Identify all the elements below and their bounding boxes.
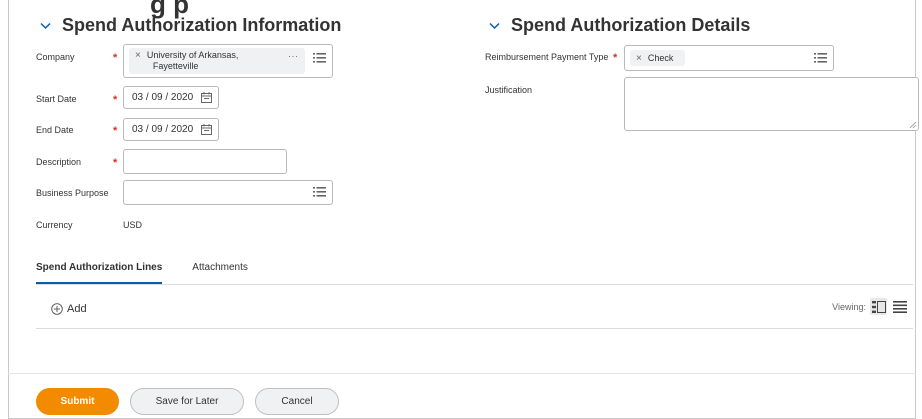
viewing-label: Viewing:	[832, 301, 866, 312]
add-label: Add	[67, 303, 87, 315]
chevron-down-icon[interactable]	[40, 18, 62, 34]
required-marker: *	[113, 94, 118, 106]
save-for-later-button[interactable]: Save for Later	[130, 388, 244, 415]
required-marker: *	[113, 157, 118, 169]
description-field[interactable]	[123, 149, 287, 174]
description-label: Description	[36, 157, 82, 167]
tab-divider	[36, 284, 913, 285]
company-selected-pill[interactable]: × University of Arkansas, Fayetteville	[129, 48, 305, 74]
add-circle-icon[interactable]	[51, 303, 63, 315]
section-title-label: Spend Authorization Details	[511, 15, 751, 35]
tab-spend-authorization-lines[interactable]: Spend Authorization Lines	[36, 262, 163, 285]
end-date-value: 03 / 09 / 2020	[132, 124, 194, 135]
list-prompt-icon[interactable]	[814, 53, 827, 63]
required-marker: *	[113, 125, 118, 137]
more-icon[interactable]: ···	[288, 51, 299, 61]
grid-view-icon	[871, 300, 886, 313]
list-prompt-icon[interactable]	[313, 53, 326, 63]
required-marker: *	[613, 52, 618, 64]
section-title-label: Spend Authorization Information	[62, 15, 342, 35]
submit-button[interactable]: Submit	[36, 388, 119, 415]
payment-type-value: Check	[647, 53, 674, 63]
end-date-label: End Date	[36, 125, 74, 135]
start-date-value: 03 / 09 / 2020	[132, 92, 194, 103]
company-label: Company	[36, 52, 75, 62]
start-date-field[interactable]: 03 / 09 / 2020	[123, 86, 219, 109]
currency-value: USD	[123, 220, 143, 230]
company-value-line2: Fayetteville	[152, 61, 199, 71]
list-view-icon	[892, 300, 907, 313]
footer-divider	[8, 373, 916, 374]
view-toggle: Viewing:	[832, 298, 908, 315]
business-purpose-field[interactable]	[123, 180, 333, 205]
reimbursement-payment-type-label: Reimbursement Payment Type	[485, 52, 609, 62]
tab-bar: Spend Authorization Lines Attachments	[36, 262, 278, 285]
currency-label: Currency	[36, 220, 73, 230]
start-date-label: Start Date	[36, 94, 77, 104]
chevron-down-icon[interactable]	[489, 18, 511, 34]
remove-icon[interactable]: ×	[636, 53, 642, 64]
cancel-button[interactable]: Cancel	[255, 388, 339, 415]
section-title-information[interactable]: Spend Authorization Information	[40, 15, 341, 36]
tab-attachments[interactable]: Attachments	[192, 262, 248, 285]
justification-label: Justification	[485, 85, 533, 95]
resize-handle-icon[interactable]	[910, 122, 916, 128]
calendar-icon[interactable]	[201, 92, 213, 103]
company-value-line1: University of Arkansas,	[146, 50, 239, 60]
calendar-icon[interactable]	[201, 124, 213, 135]
remove-icon[interactable]: ×	[135, 50, 141, 61]
add-button[interactable]: Add	[51, 303, 87, 315]
payment-type-selected-pill[interactable]: × Check	[630, 50, 685, 66]
justification-textarea[interactable]	[624, 77, 919, 131]
grid-view-button[interactable]	[870, 298, 887, 315]
lines-divider	[36, 328, 913, 329]
business-purpose-label: Business Purpose	[36, 188, 109, 198]
section-title-details[interactable]: Spend Authorization Details	[489, 15, 750, 36]
list-view-button[interactable]	[891, 298, 908, 315]
end-date-field[interactable]: 03 / 09 / 2020	[123, 118, 219, 141]
list-prompt-icon[interactable]	[313, 187, 326, 197]
required-marker: *	[113, 52, 118, 64]
